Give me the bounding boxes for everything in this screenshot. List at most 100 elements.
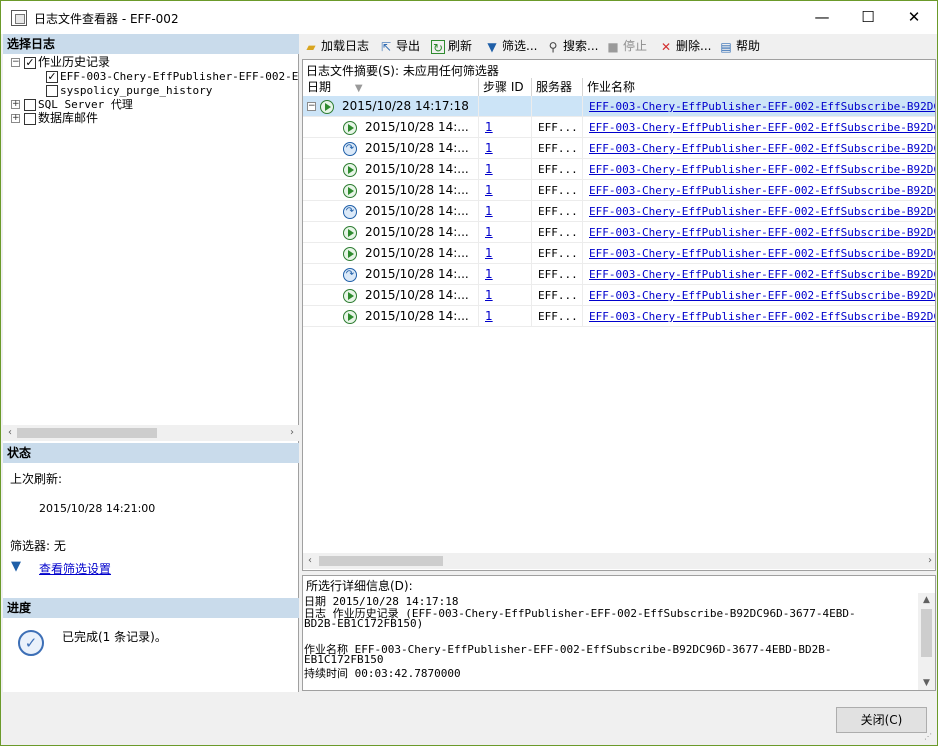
cell-job-name[interactable]: EFF-003-Chery-EffPublisher-EFF-002-EffSu… bbox=[583, 201, 935, 222]
grid-caption: 日志文件摘要(S): 未应用任何筛选器 bbox=[306, 64, 499, 78]
cell-job-name[interactable]: EFF-003-Chery-EffPublisher-EFF-002-EffSu… bbox=[583, 264, 935, 285]
minimize-button[interactable]: — bbox=[799, 1, 845, 34]
tree-horizontal-scrollbar[interactable]: ‹ › bbox=[3, 425, 299, 441]
cell-step-id[interactable]: 1 bbox=[479, 180, 532, 201]
maximize-button[interactable]: ☐ bbox=[845, 1, 891, 34]
grid-body: − 2015/10/28 14:17:18 EFF-003-Chery-EffPub… bbox=[303, 96, 935, 336]
cell-job-name[interactable]: EFF-003-Chery-EffPublisher-EFF-002-EffSu… bbox=[583, 243, 935, 264]
title-bar: 日志文件查看器 - EFF-002 — ☐ ✕ bbox=[1, 1, 937, 34]
filter-status: 筛选器: 无 bbox=[10, 539, 66, 553]
help-button[interactable]: ▤ 帮助 bbox=[719, 37, 760, 55]
date-text: 2015/10/28 14:... bbox=[365, 204, 469, 218]
cell-job-name[interactable]: EFF-003-Chery-EffPublisher-EFF-002-EffSu… bbox=[583, 117, 935, 138]
checkbox-db-mail[interactable] bbox=[24, 112, 36, 125]
column-header-step-id[interactable]: 步骤 ID bbox=[479, 78, 532, 96]
collapse-icon[interactable]: − bbox=[307, 102, 316, 111]
table-row[interactable]: 2015/10/28 14:... 1 EFF... EFF-003-Chery-Ef… bbox=[303, 180, 935, 201]
cell-step-id[interactable] bbox=[479, 96, 532, 117]
table-row[interactable]: 2015/10/28 14:... 1 EFF... EFF-003-Chery-Ef… bbox=[303, 159, 935, 180]
table-row[interactable]: ↷ 2015/10/28 14:... 1 EFF... EFF-003-Chery-E… bbox=[303, 201, 935, 222]
cell-job-name[interactable]: EFF-003-Chery-EffPublisher-EFF-002-EffSu… bbox=[583, 306, 935, 327]
filter-icon: ▼ bbox=[11, 559, 21, 574]
cell-job-name[interactable]: EFF-003-Chery-EffPublisher-EFF-002-EffSu… bbox=[583, 96, 935, 117]
table-row[interactable]: 2015/10/28 14:... 1 EFF... EFF-003-Chery-Ef… bbox=[303, 117, 935, 138]
scroll-right-icon[interactable]: › bbox=[923, 553, 935, 569]
table-row[interactable]: 2015/10/28 14:... 1 EFF... EFF-003-Chery-Ef… bbox=[303, 222, 935, 243]
export-button[interactable]: ⇱ 导出 bbox=[379, 37, 420, 55]
cell-job-name[interactable]: EFF-003-Chery-EffPublisher-EFF-002-EffSu… bbox=[583, 159, 935, 180]
checkbox-eff-job[interactable]: ✓ bbox=[46, 70, 58, 83]
cell-step-id[interactable]: 1 bbox=[479, 285, 532, 306]
tree-item-syspolicy[interactable]: syspolicy_purge_history bbox=[46, 83, 212, 98]
grid-horizontal-scrollbar[interactable]: ‹ › bbox=[303, 553, 935, 569]
cell-step-id[interactable]: 1 bbox=[479, 138, 532, 159]
scrollbar-thumb[interactable] bbox=[921, 609, 932, 657]
scrollbar-thumb[interactable] bbox=[319, 556, 443, 566]
cell-step-id[interactable]: 1 bbox=[479, 201, 532, 222]
details-caption: 所选行详细信息(D): bbox=[306, 579, 413, 593]
table-row[interactable]: − 2015/10/28 14:17:18 EFF-003-Chery-EffPub… bbox=[303, 96, 935, 117]
table-row[interactable]: 2015/10/28 14:... 1 EFF... EFF-003-Chery-Ef… bbox=[303, 243, 935, 264]
checkbox-job-history[interactable]: ✓ bbox=[24, 56, 36, 69]
last-refresh-label: 上次刷新: bbox=[10, 472, 63, 486]
cell-job-name[interactable]: EFF-003-Chery-EffPublisher-EFF-002-EffSu… bbox=[583, 180, 935, 201]
filter-button[interactable]: ▼ 筛选... bbox=[485, 37, 537, 55]
tree-item-label: 作业历史记录 bbox=[38, 55, 111, 69]
log-summary-grid: 日志文件摘要(S): 未应用任何筛选器 日期 ▼ 步骤 ID 服务器 作业名称 … bbox=[302, 59, 936, 571]
scroll-right-icon[interactable]: › bbox=[285, 425, 299, 441]
success-run-icon bbox=[343, 246, 357, 261]
resize-grip-icon[interactable]: ⋰ bbox=[924, 732, 934, 742]
stop-button[interactable]: ■ 停止 bbox=[606, 37, 647, 55]
tree-item-label: SQL Server 代理 bbox=[38, 98, 133, 111]
cell-step-id[interactable]: 1 bbox=[479, 306, 532, 327]
sort-arrow-icon: ▼ bbox=[354, 83, 363, 94]
cell-step-id[interactable]: 1 bbox=[479, 243, 532, 264]
cell-step-id[interactable]: 1 bbox=[479, 117, 532, 138]
date-text: 2015/10/28 14:... bbox=[365, 246, 469, 260]
cell-job-name[interactable]: EFF-003-Chery-EffPublisher-EFF-002-EffSu… bbox=[583, 138, 935, 159]
search-button[interactable]: ⚲ 搜索... bbox=[546, 37, 599, 55]
column-header-date[interactable]: 日期 ▼ bbox=[303, 78, 479, 96]
cell-step-id[interactable]: 1 bbox=[479, 159, 532, 180]
export-label: 导出 bbox=[396, 39, 421, 53]
cell-server: EFF... bbox=[532, 117, 583, 138]
log-file-viewer-window: 日志文件查看器 - EFF-002 — ☐ ✕ 选择日志 − ✓ 作业历史记录 ✓ E… bbox=[0, 0, 938, 746]
expand-icon[interactable]: + bbox=[11, 100, 20, 109]
scroll-up-icon[interactable]: ▲ bbox=[918, 593, 935, 607]
tree-item-job-history[interactable]: − ✓ 作业历史记录 bbox=[11, 55, 110, 70]
cell-step-id[interactable]: 1 bbox=[479, 264, 532, 285]
scroll-down-icon[interactable]: ▼ bbox=[918, 676, 935, 690]
table-row[interactable]: ↷ 2015/10/28 14:... 1 EFF... EFF-003-Chery-E… bbox=[303, 264, 935, 285]
tree-item-sql-agent[interactable]: + SQL Server 代理 bbox=[11, 97, 133, 112]
success-run-icon bbox=[343, 183, 357, 198]
scroll-left-icon[interactable]: ‹ bbox=[303, 553, 317, 569]
table-row[interactable]: 2015/10/28 14:... 1 EFF... EFF-003-Chery-Ef… bbox=[303, 306, 935, 327]
help-book-icon: ▤ bbox=[720, 39, 732, 54]
checkbox-syspolicy[interactable] bbox=[46, 84, 58, 97]
column-header-server[interactable]: 服务器 bbox=[532, 78, 583, 96]
filter-icon: ▼ bbox=[487, 39, 497, 54]
scrollbar-thumb[interactable] bbox=[17, 428, 157, 438]
cell-step-id[interactable]: 1 bbox=[479, 222, 532, 243]
column-header-job-name[interactable]: 作业名称 bbox=[583, 78, 935, 96]
date-text: 2015/10/28 14:... bbox=[365, 225, 469, 239]
cell-date: 2015/10/28 14:... bbox=[303, 222, 479, 243]
table-row[interactable]: ↷ 2015/10/28 14:... 1 EFF... EFF-003-Chery-E… bbox=[303, 138, 935, 159]
cell-job-name[interactable]: EFF-003-Chery-EffPublisher-EFF-002-EffSu… bbox=[583, 222, 935, 243]
close-button[interactable]: 关闭(C) bbox=[836, 707, 927, 733]
delete-button[interactable]: ✕ 删除... bbox=[659, 37, 711, 55]
close-window-button[interactable]: ✕ bbox=[891, 1, 937, 34]
cell-job-name[interactable]: EFF-003-Chery-EffPublisher-EFF-002-EffSu… bbox=[583, 285, 935, 306]
tree-item-db-mail[interactable]: + 数据库邮件 bbox=[11, 111, 98, 126]
details-vertical-scrollbar[interactable]: ▲ ▼ bbox=[918, 593, 935, 690]
refresh-button[interactable]: ↻ 刷新 bbox=[431, 37, 472, 55]
refresh-icon: ↻ bbox=[431, 39, 445, 55]
tree-item-eff-job[interactable]: ✓EFF-003-Chery-EffPublisher-EFF-002-EffS… bbox=[46, 69, 299, 84]
load-log-button[interactable]: ▰ 加载日志 bbox=[304, 37, 369, 55]
collapse-icon[interactable]: − bbox=[11, 58, 20, 67]
scroll-left-icon[interactable]: ‹ bbox=[3, 425, 17, 441]
table-row[interactable]: 2015/10/28 14:... 1 EFF... EFF-003-Chery-Ef… bbox=[303, 285, 935, 306]
checkbox-sql-agent[interactable] bbox=[24, 98, 36, 111]
view-filter-settings-link[interactable]: 查看筛选设置 bbox=[39, 560, 111, 577]
expand-icon[interactable]: + bbox=[11, 114, 20, 123]
